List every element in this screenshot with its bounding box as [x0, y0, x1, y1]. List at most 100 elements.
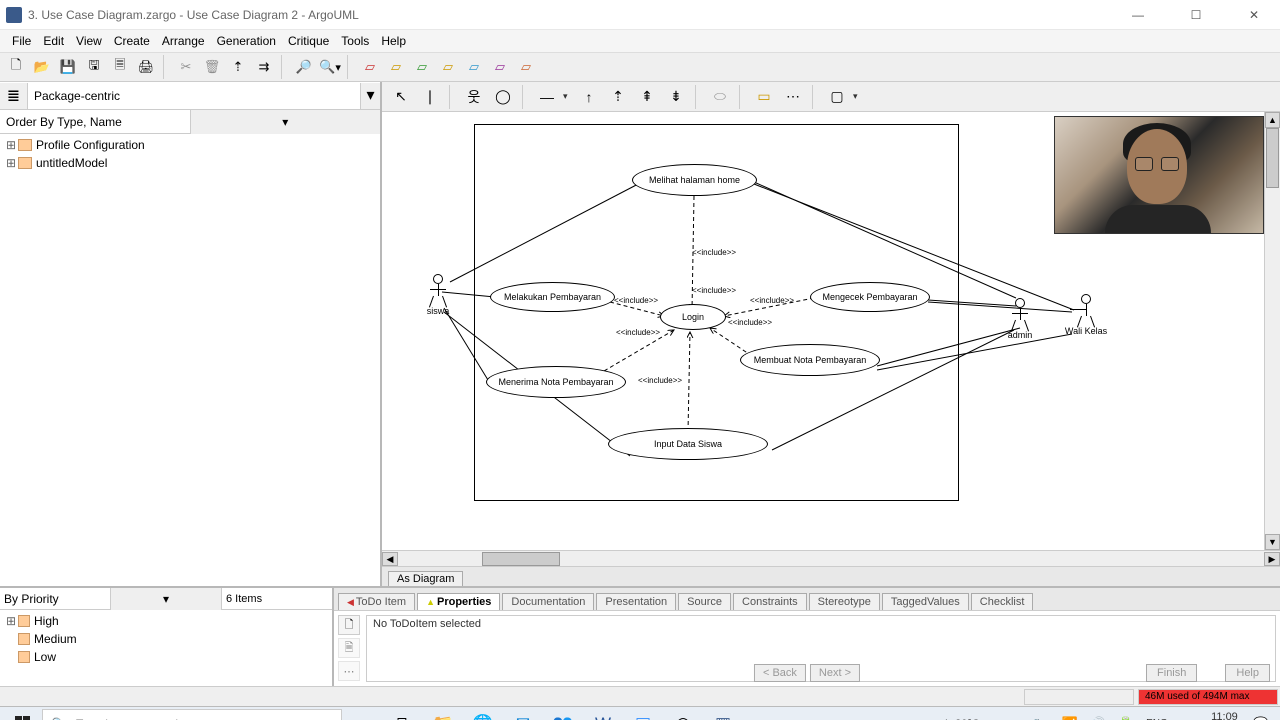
- zoom-task-icon[interactable]: ▣: [624, 709, 662, 720]
- tree-node-profile[interactable]: ⊞ Profile Configuration: [4, 136, 376, 154]
- delete-icon[interactable]: 🗑: [200, 55, 224, 79]
- menu-create[interactable]: Create: [108, 32, 156, 50]
- rect-tool-icon[interactable]: ▢: [824, 85, 850, 109]
- usecase-home[interactable]: Melihat halaman home: [632, 164, 757, 196]
- tab-properties[interactable]: ▲Properties: [417, 593, 500, 610]
- menu-arrange[interactable]: Arrange: [156, 32, 211, 50]
- tab-source[interactable]: Source: [678, 593, 731, 610]
- help-button[interactable]: Help: [1225, 664, 1270, 682]
- usecase-login[interactable]: Login: [660, 304, 726, 330]
- menu-file[interactable]: File: [6, 32, 37, 50]
- maximize-button[interactable]: ☐: [1176, 8, 1216, 22]
- chevron-up-icon[interactable]: ˄: [986, 716, 1000, 720]
- saveas-icon[interactable]: 🖫: [82, 55, 106, 79]
- expand-icon[interactable]: ⊞: [4, 138, 18, 152]
- meet-now-icon[interactable]: 📷: [1030, 716, 1052, 720]
- todo-low[interactable]: Low: [4, 648, 328, 666]
- tab-as-diagram[interactable]: As Diagram: [388, 571, 463, 586]
- order-dropdown-icon[interactable]: ▾: [190, 110, 381, 134]
- explorer-icon[interactable]: 📁: [424, 709, 462, 720]
- taskview-icon[interactable]: ⧉: [384, 709, 422, 720]
- menu-generation[interactable]: Generation: [211, 32, 282, 50]
- priority-combo[interactable]: By Priority ▾ 6 Items: [0, 588, 332, 610]
- usecase-nota[interactable]: Membuat Nota Pembayaran: [740, 344, 880, 376]
- comment-tool-icon[interactable]: ⋯: [780, 85, 806, 109]
- pointer-icon[interactable]: ↖: [388, 85, 414, 109]
- assoc-tool-icon[interactable]: —: [534, 85, 560, 109]
- chrome-icon[interactable]: ◉: [664, 709, 702, 720]
- teams-icon[interactable]: 👥: [544, 709, 582, 720]
- extpoint-tool-icon[interactable]: ⬭: [707, 85, 733, 109]
- perspective-dropdown-icon[interactable]: ▾: [360, 83, 380, 109]
- perspective-combo[interactable]: ≣ ▾: [0, 82, 380, 110]
- diagram3-icon[interactable]: ▱: [410, 55, 434, 79]
- zoom-icon[interactable]: 🔍▾: [318, 55, 342, 79]
- nav-up-icon[interactable]: ⇡: [226, 55, 250, 79]
- edge-icon[interactable]: 🌐: [464, 709, 502, 720]
- tab-constraints[interactable]: Constraints: [733, 593, 807, 610]
- broom-icon[interactable]: ❘: [417, 85, 443, 109]
- menu-help[interactable]: Help: [375, 32, 412, 50]
- start-button[interactable]: [4, 709, 40, 720]
- gen-tool-icon[interactable]: ⇡: [605, 85, 631, 109]
- tab-todoitem[interactable]: ◀ToDo Item: [338, 593, 415, 610]
- perspective-input[interactable]: [28, 89, 360, 103]
- config-icon[interactable]: ⇉: [252, 55, 276, 79]
- minimize-button[interactable]: —: [1118, 8, 1158, 22]
- wizard-help-icon[interactable]: 🗎: [338, 638, 360, 658]
- todo-high[interactable]: ⊞High: [4, 612, 328, 630]
- wizard-new-icon[interactable]: 🗋: [338, 615, 360, 635]
- dropdown-icon[interactable]: ▾: [110, 588, 221, 610]
- diagram6-icon[interactable]: ▱: [488, 55, 512, 79]
- dep-tool-icon[interactable]: ↑: [576, 85, 602, 109]
- battery-icon[interactable]: 🔋: [1115, 716, 1137, 720]
- actor-tool-icon[interactable]: 웃: [461, 85, 487, 109]
- menu-edit[interactable]: Edit: [37, 32, 70, 50]
- word-icon[interactable]: W: [584, 709, 622, 720]
- diagram2-icon[interactable]: ▱: [384, 55, 408, 79]
- menu-view[interactable]: View: [70, 32, 108, 50]
- cortana-icon[interactable]: ○: [344, 709, 382, 720]
- horizontal-scrollbar[interactable]: ◀ ▶: [382, 550, 1280, 566]
- argouml-task-icon[interactable]: ▦: [704, 709, 742, 720]
- usecase-cek[interactable]: Mengecek Pembayaran: [810, 282, 930, 312]
- actor-wali[interactable]: Wali Kelas: [1064, 294, 1108, 336]
- usecase-bayar[interactable]: Melakukan Pembayaran: [490, 282, 615, 312]
- tab-documentation[interactable]: Documentation: [502, 593, 594, 610]
- back-button[interactable]: < Back: [754, 664, 806, 682]
- open-icon[interactable]: 📂: [30, 55, 54, 79]
- diagram4-icon[interactable]: ▱: [436, 55, 460, 79]
- expand-icon[interactable]: ⊞: [4, 156, 18, 170]
- next-button[interactable]: Next >: [810, 664, 860, 682]
- usecase-tool-icon[interactable]: ◯: [490, 85, 516, 109]
- diagram7-icon[interactable]: ▱: [514, 55, 538, 79]
- tab-checklist[interactable]: Checklist: [971, 593, 1034, 610]
- new-icon[interactable]: 🗋: [4, 55, 28, 79]
- vertical-scrollbar[interactable]: ▲ ▼: [1264, 112, 1280, 550]
- diagram1-icon[interactable]: ▱: [358, 55, 382, 79]
- usecase-terima[interactable]: Menerima Nota Pembayaran: [486, 366, 626, 398]
- todo-tree[interactable]: ⊞High Medium Low: [0, 610, 332, 686]
- menu-critique[interactable]: Critique: [282, 32, 335, 50]
- project-icon[interactable]: 🗏: [108, 55, 132, 79]
- mail-icon[interactable]: ✉: [504, 709, 542, 720]
- annotation-tool-icon[interactable]: ▭: [751, 85, 777, 109]
- diagram5-icon[interactable]: ▱: [462, 55, 486, 79]
- clock[interactable]: 11:09 09/12/2021: [1177, 711, 1244, 720]
- tab-tagged[interactable]: TaggedValues: [882, 593, 969, 610]
- menu-tools[interactable]: Tools: [335, 32, 375, 50]
- actor-siswa[interactable]: siswa: [424, 274, 452, 316]
- actor-admin[interactable]: admin: [1006, 298, 1034, 340]
- model-tree[interactable]: ⊞ Profile Configuration ⊞ untitledModel: [0, 134, 380, 586]
- todo-medium[interactable]: Medium: [4, 630, 328, 648]
- extend-tool-icon[interactable]: ⇞: [634, 85, 660, 109]
- volume-icon[interactable]: 🔊: [1087, 716, 1109, 720]
- canvas[interactable]: siswa admin Wali Kelas Melihat halaman h…: [382, 112, 1280, 550]
- find-icon[interactable]: 🔎: [292, 55, 316, 79]
- finish-button[interactable]: Finish: [1146, 664, 1197, 682]
- usecase-input[interactable]: Input Data Siswa: [608, 428, 768, 460]
- notifications-icon[interactable]: 💬: [1250, 716, 1272, 720]
- save-icon[interactable]: 💾: [56, 55, 80, 79]
- close-button[interactable]: ✕: [1234, 8, 1274, 22]
- tab-stereotype[interactable]: Stereotype: [809, 593, 880, 610]
